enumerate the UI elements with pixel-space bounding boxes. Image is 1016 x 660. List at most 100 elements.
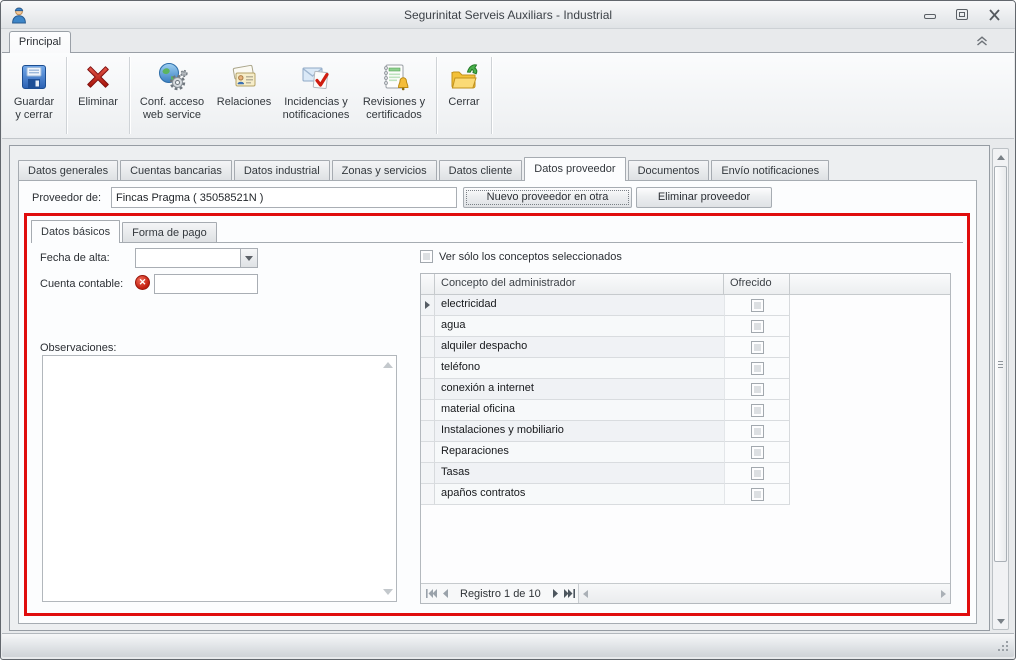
nav-next-button[interactable]	[552, 589, 559, 598]
vertical-scrollbar[interactable]	[992, 148, 1009, 630]
close-button-ribbon[interactable]: Cerrar	[440, 56, 488, 135]
validation-groupbox: Datos básicosForma de pago Fecha de alta…	[24, 213, 970, 616]
table-row[interactable]: Tasas	[421, 463, 950, 484]
combo-dropdown-button[interactable]	[240, 249, 257, 267]
grid-empty-area	[421, 505, 950, 583]
column-header-concepto[interactable]: Concepto del administrador	[435, 274, 724, 294]
table-row[interactable]: agua	[421, 316, 950, 337]
delete-provider-button[interactable]: Eliminar proveedor	[636, 187, 772, 208]
status-bar	[2, 633, 1014, 657]
record-navigator: Registro 1 de 10	[421, 584, 579, 603]
table-row[interactable]: conexión a internet	[421, 379, 950, 400]
delete-button[interactable]: Eliminar	[70, 56, 126, 135]
fecha-alta-combobox[interactable]	[135, 248, 258, 268]
tab-page-datos-proveedor: Proveedor de: Nuevo proveedor en otra em…	[18, 180, 977, 624]
subtab-forma-de-pago[interactable]: Forma de pago	[122, 222, 217, 243]
filter-checkbox[interactable]	[420, 250, 433, 263]
scrollbar-down-button[interactable]	[993, 613, 1008, 629]
ofrecido-checkbox[interactable]	[751, 425, 764, 438]
incidents-notifications-button[interactable]: Incidencias ynotificaciones	[277, 56, 355, 135]
tab-datos-proveedor[interactable]: Datos proveedor	[524, 157, 625, 181]
table-row[interactable]: alquiler despacho	[421, 337, 950, 358]
resize-grip[interactable]	[997, 640, 1010, 653]
cell-concepto[interactable]: Reparaciones	[435, 442, 724, 463]
row-indicator	[421, 421, 435, 442]
scrollbar-thumb[interactable]	[994, 166, 1007, 562]
table-row[interactable]: Instalaciones y mobiliario	[421, 421, 950, 442]
ofrecido-checkbox[interactable]	[751, 404, 764, 417]
close-button[interactable]	[988, 9, 1001, 21]
ribbon-tab-principal[interactable]: Principal	[9, 31, 71, 53]
ofrecido-checkbox[interactable]	[751, 320, 764, 333]
sub-tabstrip: Datos básicosForma de pago	[31, 220, 963, 243]
button-label: Relaciones	[217, 96, 271, 109]
nav-prev-button[interactable]	[442, 589, 449, 598]
ofrecido-checkbox[interactable]	[751, 467, 764, 480]
provider-input[interactable]	[111, 187, 457, 208]
button-label: Eliminar	[78, 96, 118, 109]
relations-button[interactable]: Relaciones	[211, 56, 277, 135]
table-row[interactable]: Reparaciones	[421, 442, 950, 463]
cell-concepto[interactable]: material oficina	[435, 400, 724, 421]
web-service-config-button[interactable]: Conf. accesoweb service	[133, 56, 211, 135]
button-label: Incidencias ynotificaciones	[283, 96, 350, 122]
tab-envio-notificaciones[interactable]: Envío notificaciones	[711, 160, 829, 181]
new-provider-button[interactable]: Nuevo proveedor en otra empresa	[463, 187, 632, 208]
ofrecido-checkbox[interactable]	[751, 488, 764, 501]
cuenta-contable-label: Cuenta contable:	[40, 278, 123, 290]
minimize-button[interactable]	[924, 14, 936, 19]
ribbon-separator	[129, 57, 130, 134]
cell-ofrecido	[724, 442, 790, 463]
tab-zonas-y-servicios[interactable]: Zonas y servicios	[332, 160, 437, 181]
main-tabstrip: Datos generalesCuentas bancariasDatos in…	[18, 157, 981, 181]
cell-concepto[interactable]: alquiler despacho	[435, 337, 724, 358]
ofrecido-checkbox[interactable]	[751, 383, 764, 396]
revisions-certificates-button[interactable]: Revisiones ycertificados	[355, 56, 433, 135]
row-indicator	[421, 463, 435, 484]
observaciones-textarea[interactable]	[42, 355, 397, 602]
cell-ofrecido	[724, 484, 790, 505]
cell-concepto[interactable]: agua	[435, 316, 724, 337]
tab-datos-generales[interactable]: Datos generales	[18, 160, 118, 181]
subtab-datos-basicos[interactable]: Datos básicos	[31, 220, 120, 243]
ofrecido-checkbox[interactable]	[751, 362, 764, 375]
scroll-down-icon[interactable]	[383, 589, 393, 595]
scroll-left-icon[interactable]	[583, 590, 588, 598]
cell-concepto[interactable]: electricidad	[435, 295, 724, 316]
nav-first-button[interactable]	[426, 589, 437, 598]
chevron-up-icon[interactable]	[975, 35, 989, 47]
button-label: Cerrar	[448, 96, 479, 109]
filter-checkbox-label[interactable]: Ver sólo los conceptos seleccionados	[439, 251, 622, 263]
horizontal-scrollbar[interactable]	[579, 584, 950, 603]
ofrecido-checkbox[interactable]	[751, 299, 764, 312]
table-row[interactable]: material oficina	[421, 400, 950, 421]
tab-documentos[interactable]: Documentos	[628, 160, 710, 181]
table-row[interactable]: teléfono	[421, 358, 950, 379]
nav-last-button[interactable]	[564, 589, 575, 598]
restore-button[interactable]	[956, 9, 968, 20]
cell-concepto[interactable]: Instalaciones y mobiliario	[435, 421, 724, 442]
close-folder-icon	[448, 60, 480, 94]
tab-datos-industrial[interactable]: Datos industrial	[234, 160, 330, 181]
table-row[interactable]: electricidad	[421, 295, 950, 316]
table-row[interactable]: apaños contratos	[421, 484, 950, 505]
scroll-up-icon[interactable]	[383, 362, 393, 368]
cell-concepto[interactable]: conexión a internet	[435, 379, 724, 400]
cuenta-contable-input[interactable]	[154, 274, 258, 294]
tab-datos-cliente[interactable]: Datos cliente	[439, 160, 523, 181]
ofrecido-checkbox[interactable]	[751, 446, 764, 459]
tab-cuentas-bancarias[interactable]: Cuentas bancarias	[120, 160, 232, 181]
ofrecido-checkbox[interactable]	[751, 341, 764, 354]
row-indicator	[421, 484, 435, 505]
delete-icon	[83, 60, 113, 94]
save-and-close-button[interactable]: Guardary cerrar	[5, 56, 63, 135]
grid-header: Concepto del administrador Ofrecido	[421, 274, 950, 295]
cell-concepto[interactable]: Tasas	[435, 463, 724, 484]
cell-ofrecido	[724, 463, 790, 484]
column-header-ofrecido[interactable]: Ofrecido	[724, 274, 790, 294]
provider-label: Proveedor de:	[32, 192, 101, 204]
scroll-right-icon[interactable]	[941, 590, 946, 598]
cell-concepto[interactable]: teléfono	[435, 358, 724, 379]
scrollbar-up-button[interactable]	[993, 149, 1008, 165]
cell-concepto[interactable]: apaños contratos	[435, 484, 724, 505]
